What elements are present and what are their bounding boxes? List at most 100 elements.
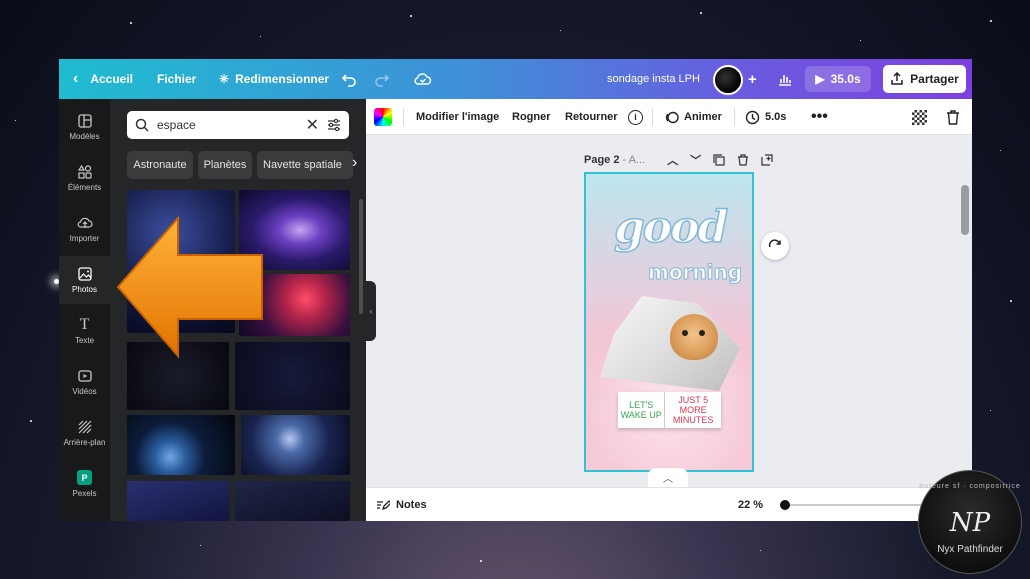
badge-name: Nyx Pathfinder bbox=[937, 544, 1003, 555]
crop-label: Rogner bbox=[512, 111, 551, 123]
author-badge: auteure sf · compositrice NP Nyx Pathfin… bbox=[918, 470, 1022, 574]
undo-button[interactable] bbox=[341, 59, 357, 99]
zoom-level[interactable]: 22 % bbox=[738, 499, 763, 511]
duration-button[interactable]: 5.0s bbox=[745, 99, 786, 135]
templates-icon bbox=[77, 113, 92, 128]
flip-button[interactable]: Retourner bbox=[565, 99, 618, 135]
chip-navette-spatiale[interactable]: Navette spatiale bbox=[257, 151, 353, 179]
note-line: LET'S bbox=[629, 400, 654, 410]
photo-thumbnail[interactable] bbox=[127, 481, 229, 521]
five-more-minutes-note: JUST 5 MORE MINUTES bbox=[665, 392, 721, 428]
badge-initials: NP bbox=[949, 508, 991, 538]
orange-arrow-overlay bbox=[116, 215, 263, 359]
design-page[interactable]: good morning LET'S WAKE UP JUST 5 MORE M… bbox=[584, 172, 754, 472]
chevron-up-icon[interactable]: ︿ bbox=[667, 152, 678, 168]
pexels-logo-icon: P bbox=[77, 470, 92, 485]
filter-sliders-icon[interactable] bbox=[327, 118, 341, 132]
photo-thumbnail[interactable] bbox=[127, 415, 235, 475]
rail-item-pexels[interactable]: P Pexels bbox=[59, 460, 110, 508]
present-play-button[interactable]: ▶ 35.0s bbox=[805, 66, 871, 92]
zoom-slider-thumb[interactable] bbox=[780, 500, 790, 510]
photo-icon bbox=[77, 266, 92, 281]
show-pages-chevron[interactable]: ︿ bbox=[648, 468, 688, 487]
page-title[interactable]: Page 2 - A... bbox=[584, 154, 645, 166]
color-swatch-icon bbox=[374, 108, 392, 126]
chip-label: Astronaute bbox=[133, 159, 187, 171]
toolbar-divider bbox=[734, 108, 735, 126]
color-picker-button[interactable] bbox=[374, 99, 392, 135]
rail-item-label: Vidéos bbox=[72, 386, 97, 396]
rail-item-background[interactable]: Arrière-plan bbox=[59, 409, 110, 457]
bar-chart-icon bbox=[779, 75, 791, 86]
rail-item-text[interactable]: T Texte bbox=[59, 307, 110, 355]
back-home-button[interactable]: ‹ Accueil bbox=[73, 59, 133, 99]
search-box[interactable]: espace ✕ bbox=[127, 111, 349, 139]
add-collaborator-button[interactable]: + bbox=[748, 59, 757, 99]
edit-image-label: Modifier l'image bbox=[416, 111, 500, 123]
redo-button[interactable] bbox=[374, 59, 390, 99]
more-dots-icon: ••• bbox=[811, 108, 828, 125]
info-icon: i bbox=[628, 109, 643, 125]
chip-label: Navette spatiale bbox=[263, 159, 342, 171]
rail-item-label: Modèles bbox=[69, 131, 100, 141]
flip-label: Retourner bbox=[565, 111, 618, 123]
lets-wake-up-note: LET'S WAKE UP bbox=[618, 392, 666, 428]
toolbar-divider bbox=[652, 108, 653, 126]
delete-button[interactable] bbox=[946, 99, 960, 135]
rail-item-label: Pexels bbox=[72, 489, 97, 498]
rail-item-label: Arrière-plan bbox=[63, 437, 106, 447]
play-duration-label: 35.0s bbox=[830, 72, 861, 86]
panel-scrollbar[interactable] bbox=[359, 199, 363, 314]
edit-image-button[interactable]: Modifier l'image bbox=[416, 99, 499, 135]
page-number: Page 2 bbox=[584, 154, 620, 166]
sparkle-icon: ✳ bbox=[219, 72, 230, 86]
play-icon: ▶ bbox=[815, 72, 825, 86]
chip-astronaute[interactable]: Astronaute bbox=[127, 151, 193, 179]
chip-planetes[interactable]: Planètes bbox=[198, 151, 252, 179]
transparency-button[interactable] bbox=[912, 99, 927, 135]
search-icon bbox=[135, 118, 149, 132]
share-label: Partager bbox=[910, 72, 959, 86]
resize-button[interactable]: ✳ Redimensionner bbox=[219, 59, 329, 99]
rail-item-templates[interactable]: Modèles bbox=[59, 103, 110, 151]
notes-pen-icon bbox=[377, 500, 390, 511]
clock-icon bbox=[745, 110, 760, 124]
canvas-scrollbar[interactable] bbox=[961, 185, 969, 235]
plus-icon: + bbox=[748, 70, 757, 88]
add-page-icon[interactable] bbox=[761, 154, 773, 166]
rail-item-elements[interactable]: Éléments bbox=[59, 154, 110, 202]
avatar[interactable] bbox=[713, 65, 743, 95]
file-menu-button[interactable]: Fichier bbox=[157, 59, 196, 99]
document-title-text: sondage insta LPH bbox=[607, 73, 700, 85]
cloud-check-icon bbox=[414, 73, 432, 85]
rail-item-upload[interactable]: Importer bbox=[59, 205, 110, 253]
photo-thumbnail[interactable] bbox=[235, 481, 350, 521]
elements-icon bbox=[77, 164, 92, 179]
resize-label: Redimensionner bbox=[235, 72, 330, 86]
crop-button[interactable]: Rogner bbox=[512, 99, 551, 135]
cloud-saved-button[interactable] bbox=[414, 59, 432, 99]
share-button[interactable]: Partager bbox=[883, 65, 966, 93]
duplicate-page-icon[interactable] bbox=[713, 154, 725, 166]
notes-button[interactable]: Notes bbox=[376, 488, 427, 521]
canvas-area: Page 2 - A... ︿ ﹀ good morning LET'S WAK… bbox=[366, 135, 972, 487]
chips-next-icon[interactable]: › bbox=[352, 154, 357, 172]
zoom-slider[interactable] bbox=[780, 500, 924, 510]
document-title[interactable]: sondage insta LPH bbox=[607, 59, 700, 99]
insights-button[interactable] bbox=[777, 59, 793, 99]
more-options-button[interactable]: ••• bbox=[811, 99, 828, 135]
animate-button[interactable]: Animer bbox=[664, 99, 722, 135]
chevron-down-icon[interactable]: ﹀ bbox=[690, 152, 701, 168]
rail-item-photos[interactable]: Photos bbox=[59, 256, 110, 304]
search-input[interactable]: espace bbox=[157, 118, 298, 132]
editor-toolbar: Modifier l'image Rogner Retourner i Anim… bbox=[366, 99, 972, 135]
clear-search-icon[interactable]: ✕ bbox=[306, 115, 319, 135]
rail-item-label: Texte bbox=[74, 335, 95, 345]
info-button[interactable]: i bbox=[628, 99, 643, 135]
photo-thumbnail[interactable] bbox=[241, 415, 350, 475]
trash-icon[interactable] bbox=[737, 154, 749, 166]
regenerate-button[interactable] bbox=[761, 232, 789, 260]
rail-item-videos[interactable]: Vidéos bbox=[59, 358, 110, 406]
text-t-icon: T bbox=[79, 315, 90, 333]
page-name: - A... bbox=[622, 154, 646, 166]
